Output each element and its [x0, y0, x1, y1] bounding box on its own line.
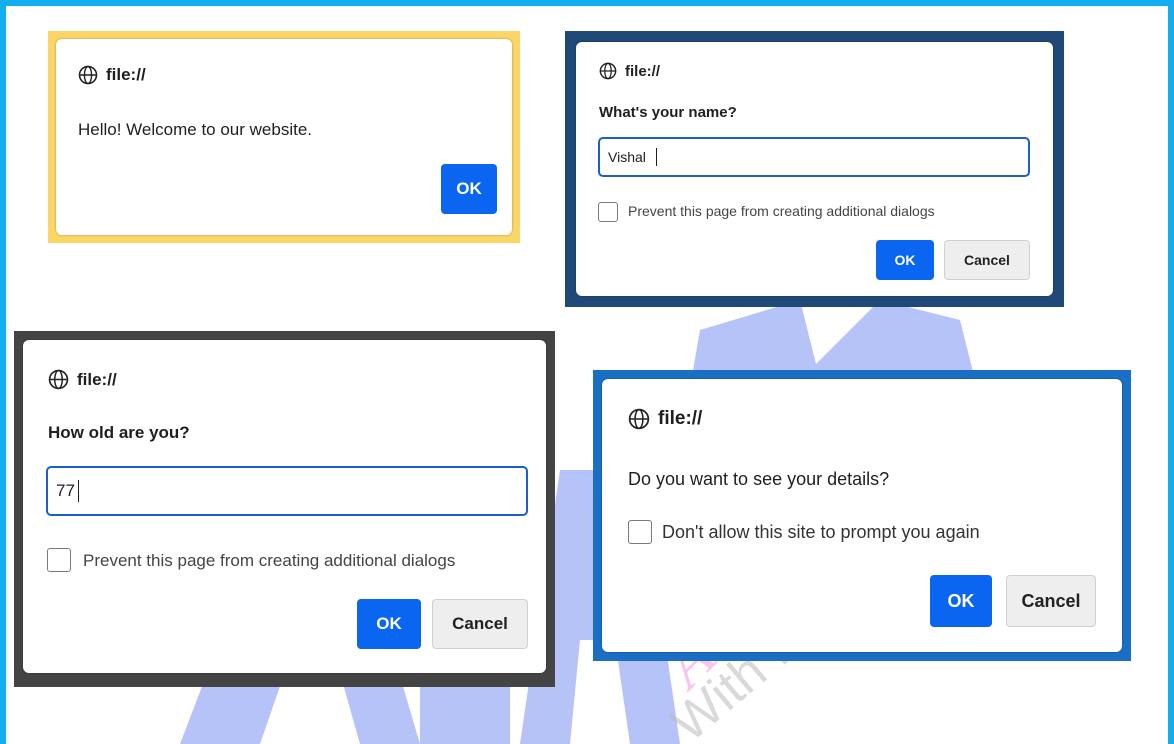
dialog-message: What's your name? — [599, 104, 737, 121]
cancel-button[interactable]: Cancel — [944, 240, 1030, 280]
dialog-message: Hello! Welcome to our website. — [78, 120, 313, 139]
cancel-button[interactable]: Cancel — [432, 599, 528, 649]
alert-dialog: file:// Hello! Welcome to our website. O… — [56, 39, 512, 235]
frame-prompt-age: file:// How old are you? Prevent this pa… — [14, 331, 555, 687]
dialog-origin: file:// — [78, 65, 146, 85]
origin-label: file:// — [658, 408, 703, 429]
dialog-message: Do you want to see your details? — [628, 469, 890, 489]
confirm-dialog: file:// Do you want to see your details?… — [602, 379, 1122, 652]
prevent-dialogs-checkbox[interactable] — [598, 202, 618, 222]
checkbox-label: Prevent this page from creating addition… — [628, 203, 935, 219]
prevent-dialogs-checkbox[interactable] — [47, 548, 71, 572]
dialog-message: How old are you? — [48, 423, 190, 442]
frame-alert: file:// Hello! Welcome to our website. O… — [48, 31, 520, 243]
dialog-origin: file:// — [599, 62, 660, 80]
globe-icon — [628, 408, 650, 430]
checkbox-label: Don't allow this site to prompt you agai… — [662, 522, 980, 542]
prompt-name-dialog: file:// What's your name? Prevent this p… — [576, 42, 1053, 296]
globe-icon — [599, 62, 617, 80]
ok-button[interactable]: OK — [930, 575, 992, 627]
text-caret — [78, 480, 79, 502]
origin-label: file:// — [625, 62, 661, 80]
origin-label: file:// — [106, 65, 146, 84]
cancel-button[interactable]: Cancel — [1006, 575, 1096, 627]
dialog-origin: file:// — [48, 369, 117, 390]
age-input[interactable] — [46, 466, 528, 516]
ok-button[interactable]: OK — [357, 599, 421, 649]
frame-prompt-name: file:// What's your name? Prevent this p… — [565, 31, 1064, 307]
checkbox-label: Prevent this page from creating addition… — [83, 551, 456, 570]
origin-label: file:// — [77, 369, 117, 389]
ok-button[interactable]: OK — [876, 240, 934, 280]
dialog-origin: file:// — [628, 408, 702, 430]
prompt-age-dialog: file:// How old are you? Prevent this pa… — [23, 340, 546, 673]
name-input[interactable] — [598, 137, 1030, 177]
dont-allow-checkbox[interactable] — [628, 520, 652, 544]
frame-confirm: file:// Do you want to see your details?… — [593, 370, 1131, 661]
ok-button[interactable]: OK — [441, 164, 497, 214]
globe-icon — [78, 65, 98, 85]
text-caret — [656, 148, 657, 166]
globe-icon — [48, 369, 69, 390]
